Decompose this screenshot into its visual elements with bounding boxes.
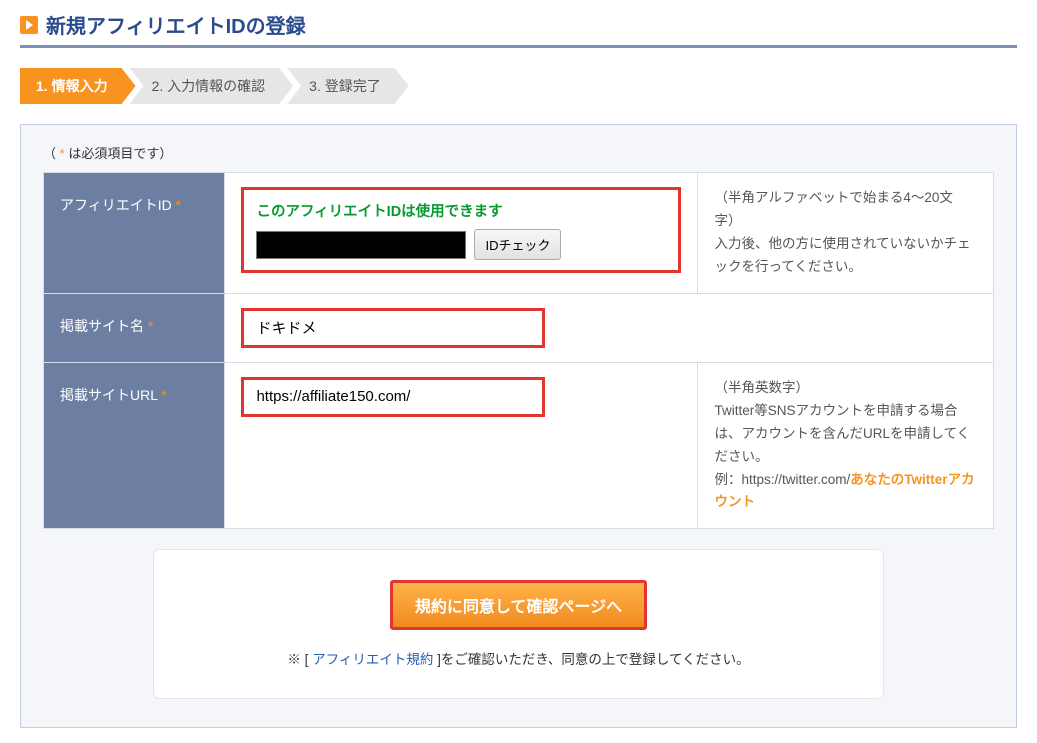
submit-panel: 規約に同意して確認ページへ ※ [ アフィリエイト規約 ]をご確認いただき、同意… (153, 549, 884, 699)
step-1: 1. 情報入力 (20, 68, 136, 104)
hint-site-url: （半角英数字） Twitter等SNSアカウントを申請する場合は、アカウントを含… (698, 362, 994, 529)
highlight-box: このアフィリエイトIDは使用できます IDチェック (241, 187, 681, 273)
affiliate-terms-link[interactable]: アフィリエイト規約 (312, 652, 433, 667)
label-site-url: 掲載サイトURL * (44, 362, 225, 529)
label-site-url-text: 掲載サイトURL (60, 387, 158, 403)
hint-text: Twitter等SNSアカウントを申請する場合は、アカウントを含んだURLを申請… (714, 403, 970, 464)
page-title-row: 新規アフィリエイトIDの登録 (20, 10, 1017, 39)
note-prefix: ※ [ (287, 652, 312, 667)
row-affiliate-id: アフィリエイトID * このアフィリエイトIDは使用できます IDチェック （半… (44, 173, 994, 294)
label-site-name: 掲載サイト名 * (44, 293, 225, 362)
cell-site-url-input (225, 362, 698, 529)
label-affiliate-id: アフィリエイトID * (44, 173, 225, 294)
hint-text: 例：https://twitter.com/ (714, 472, 850, 487)
site-url-input[interactable] (248, 382, 538, 412)
affiliate-id-input[interactable] (256, 231, 466, 259)
required-star-icon: * (161, 387, 166, 403)
title-underline (20, 45, 1017, 48)
row-site-name: 掲載サイト名 * (44, 293, 994, 362)
id-status-message: このアフィリエイトIDは使用できます (256, 200, 666, 221)
required-star-icon: * (56, 146, 68, 161)
id-input-row: IDチェック (256, 229, 666, 260)
label-affiliate-id-text: アフィリエイトID (60, 197, 172, 213)
required-star-icon: * (176, 197, 181, 213)
cell-affiliate-id-input: このアフィリエイトIDは使用できます IDチェック (225, 173, 698, 294)
id-check-button[interactable]: IDチェック (474, 229, 561, 260)
form-table: アフィリエイトID * このアフィリエイトIDは使用できます IDチェック （半… (43, 172, 994, 529)
cell-site-name-input (225, 293, 994, 362)
hint-text: 入力後、他の方に使用されていないかチェックを行ってください。 (714, 236, 970, 274)
submit-note: ※ [ アフィリエイト規約 ]をご確認いただき、同意の上で登録してください。 (174, 648, 863, 668)
hint-text: （半角英数字） (714, 380, 809, 395)
required-note: （ * は必須項目です） (43, 143, 994, 162)
paren-right: は必須項目です） (68, 146, 172, 161)
agree-and-confirm-button[interactable]: 規約に同意して確認ページへ (390, 580, 647, 630)
label-site-name-text: 掲載サイト名 (60, 318, 144, 334)
row-site-url: 掲載サイトURL * （半角英数字） Twitter等SNSアカウントを申請する… (44, 362, 994, 529)
required-star-icon: * (148, 318, 153, 334)
form-panel: （ * は必須項目です） アフィリエイトID * このアフィリエイトIDは使用で… (20, 124, 1017, 728)
note-suffix: ]をご確認いただき、同意の上で登録してください。 (433, 652, 749, 667)
highlight-box (241, 377, 545, 417)
site-name-input[interactable] (248, 313, 538, 343)
hint-text: （半角アルファベットで始まる4～20文字） (714, 190, 952, 228)
paren-left: （ (43, 146, 56, 161)
page-title: 新規アフィリエイトIDの登録 (46, 10, 306, 39)
arrow-right-icon (20, 16, 38, 34)
step-3: 3. 登録完了 (287, 68, 409, 104)
step-2: 2. 入力情報の確認 (130, 68, 294, 104)
hint-affiliate-id: （半角アルファベットで始まる4～20文字） 入力後、他の方に使用されていないかチ… (698, 173, 994, 294)
highlight-box (241, 308, 545, 348)
wizard-steps: 1. 情報入力 2. 入力情報の確認 3. 登録完了 (20, 68, 1017, 104)
